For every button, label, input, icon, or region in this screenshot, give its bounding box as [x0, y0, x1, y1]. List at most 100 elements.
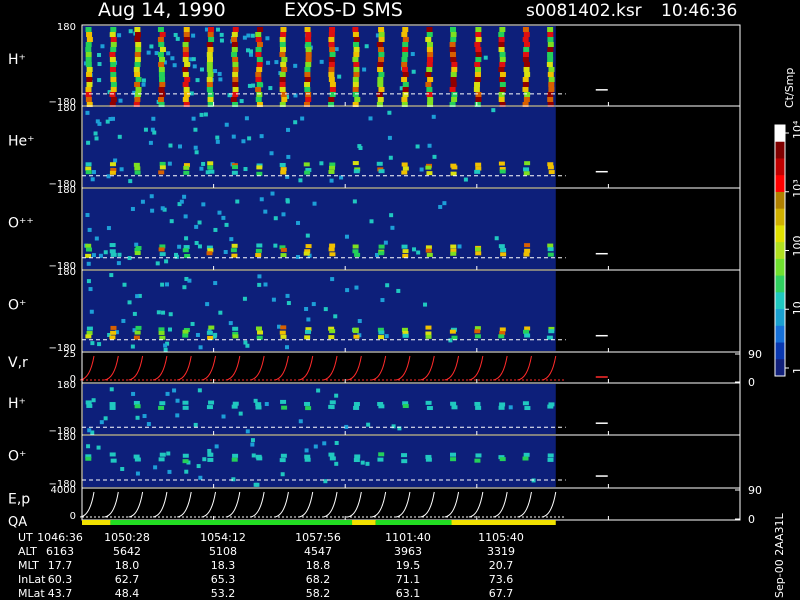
spectro-cell — [419, 167, 424, 172]
spectro-cell — [378, 32, 385, 37]
colorbar-segment — [775, 258, 785, 277]
spectro-cell — [425, 37, 432, 42]
profile-curve — [128, 491, 144, 518]
spectro-cell — [127, 300, 132, 305]
spectro-cell — [450, 57, 457, 62]
profile-curve — [177, 491, 192, 518]
spectro-background — [83, 271, 556, 351]
right-tick-label: 90 — [748, 484, 762, 497]
spectro-cell — [256, 243, 263, 248]
spectro-cell — [255, 405, 262, 410]
spectro-cell — [130, 344, 135, 349]
spectro-cell — [364, 44, 369, 49]
spectro-cell — [191, 33, 196, 38]
spectro-cell — [450, 401, 457, 406]
spectro-cell — [255, 47, 262, 52]
spectro-cell — [390, 225, 395, 230]
spectro-cell — [305, 92, 312, 97]
spectro-cell — [353, 52, 360, 57]
spectro-cell — [401, 57, 408, 62]
spectro-cell — [377, 47, 384, 52]
spectro-cell — [286, 127, 291, 132]
profile-curve — [347, 491, 362, 518]
spectro-cell — [86, 247, 93, 252]
panel-frame — [81, 487, 741, 521]
spectro-cell — [329, 400, 336, 405]
spectro-cell — [175, 413, 180, 418]
spectro-cell — [243, 167, 248, 172]
spectro-cell — [280, 92, 287, 97]
spectro-cell — [86, 403, 93, 408]
spectro-cell — [105, 119, 110, 124]
spectro-cell — [215, 135, 220, 140]
spectro-cell — [158, 247, 165, 252]
colorbar-segment — [775, 141, 785, 159]
spectro-cell — [86, 32, 93, 37]
spectro-cell — [120, 466, 125, 471]
spectro-cell — [256, 82, 263, 87]
spectro-cell — [329, 82, 336, 87]
spectro-cell — [425, 457, 432, 462]
axis-max: 180 — [57, 267, 76, 278]
spectro-cell — [522, 401, 529, 406]
spectro-cell — [161, 310, 166, 315]
spectro-cell — [334, 440, 339, 445]
spectro-cell — [376, 161, 383, 166]
spectro-cell — [207, 452, 214, 457]
spectro-cell — [281, 212, 286, 217]
spectro-cell — [208, 169, 215, 174]
spectro-background — [83, 26, 556, 105]
spectro-cell — [425, 400, 432, 405]
spectro-cell — [463, 177, 468, 182]
spectro-cell — [135, 92, 142, 97]
spectro-cell — [131, 391, 136, 396]
colorbar-unit: Ct/Smp — [783, 68, 796, 108]
spectro-cell — [498, 405, 505, 410]
spectro-cell — [547, 404, 554, 409]
spectro-cell — [85, 92, 92, 97]
spectro-cell — [213, 281, 218, 286]
spectro-cell — [232, 67, 239, 72]
spectro-cell — [207, 161, 214, 166]
table-cell: 3319 — [487, 545, 515, 558]
spectro-cell — [378, 404, 385, 409]
spectro-cell — [401, 62, 408, 67]
spectro-cell — [110, 97, 117, 102]
spectro-cell — [87, 428, 92, 433]
spectro-cell — [232, 62, 239, 67]
spectro-cell — [158, 457, 165, 462]
spectro-cell — [524, 92, 531, 97]
spectro-cell — [499, 457, 506, 462]
spectro-cell — [389, 213, 394, 218]
panel-3: O⁺180−180 — [8, 267, 741, 354]
spectro-cell — [255, 87, 262, 92]
spectro-cell — [168, 143, 173, 148]
spectro-cell — [230, 248, 237, 253]
spectro-cell — [353, 458, 360, 463]
spectro-cell — [442, 201, 447, 206]
spectro-cell — [353, 37, 360, 42]
spectro-cell — [133, 335, 140, 340]
spectro-cell — [191, 57, 196, 62]
colorbar-segment — [775, 325, 785, 344]
spectro-cell — [85, 213, 90, 218]
spectro-cell — [500, 248, 507, 253]
spectro-cell — [385, 283, 390, 288]
spectro-cell — [522, 456, 529, 461]
spectro-cell — [451, 165, 458, 170]
spectro-cell — [98, 253, 103, 258]
spectro-cell — [134, 457, 141, 462]
spectro-cell — [94, 136, 99, 141]
table-cell: 1105:40 — [478, 531, 524, 544]
spectro-cell — [159, 165, 166, 170]
spectro-cell — [279, 47, 286, 52]
spectro-cell — [286, 154, 291, 159]
profile-curve — [444, 355, 460, 381]
spectro-cell — [257, 330, 264, 335]
spectro-cell — [157, 97, 164, 102]
spectro-cell — [159, 77, 166, 82]
spectro-cell — [228, 321, 233, 326]
spectro-cell — [110, 72, 117, 77]
spectro-cell — [110, 252, 117, 257]
spectro-cell — [134, 72, 141, 77]
